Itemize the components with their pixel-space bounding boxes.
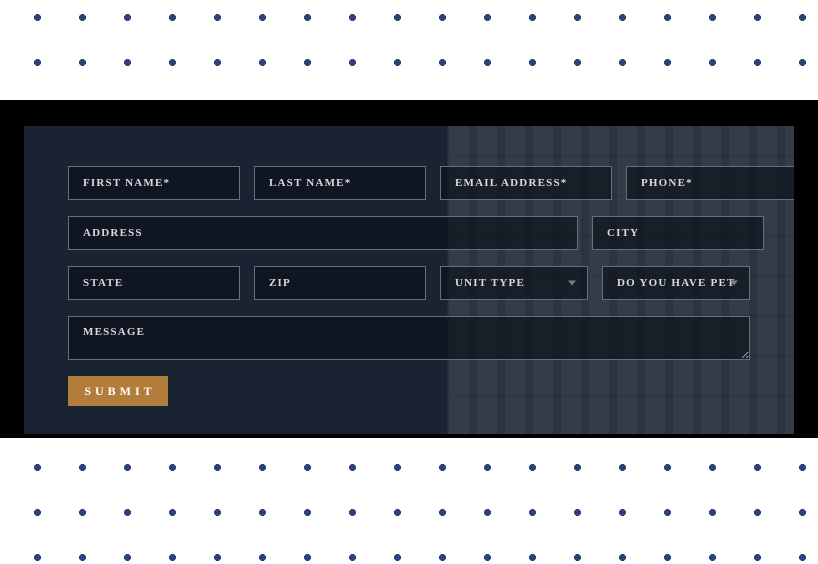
contact-form-panel: UNIT TYPE DO YOU HAVE PETS? SUBMIT <box>24 126 794 434</box>
state-input[interactable] <box>68 266 240 300</box>
message-textarea[interactable] <box>68 316 750 360</box>
phone-input[interactable] <box>626 166 794 200</box>
contact-form: UNIT TYPE DO YOU HAVE PETS? SUBMIT <box>24 126 794 426</box>
form-row-2 <box>68 216 750 250</box>
pets-select[interactable]: DO YOU HAVE PETS? <box>602 266 750 300</box>
last-name-input[interactable] <box>254 166 426 200</box>
pets-select-wrap: DO YOU HAVE PETS? <box>602 266 750 300</box>
address-input[interactable] <box>68 216 578 250</box>
form-row-1 <box>68 166 750 200</box>
first-name-input[interactable] <box>68 166 240 200</box>
city-input[interactable] <box>592 216 764 250</box>
form-row-4 <box>68 316 750 360</box>
unit-type-select-wrap: UNIT TYPE <box>440 266 588 300</box>
form-row-3: UNIT TYPE DO YOU HAVE PETS? <box>68 266 750 300</box>
submit-button[interactable]: SUBMIT <box>68 376 168 406</box>
form-row-submit: SUBMIT <box>68 376 750 406</box>
zip-input[interactable] <box>254 266 426 300</box>
unit-type-select[interactable]: UNIT TYPE <box>440 266 588 300</box>
email-address-input[interactable] <box>440 166 612 200</box>
